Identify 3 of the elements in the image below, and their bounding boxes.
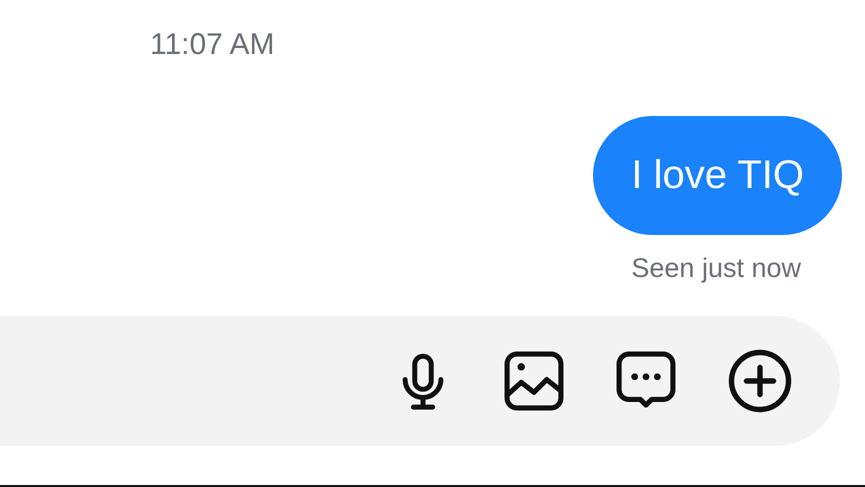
read-receipt: Seen just now — [631, 253, 801, 284]
message-timestamp: 11:07 AM — [150, 28, 276, 63]
message-bubble: I love TIQ — [593, 116, 842, 235]
